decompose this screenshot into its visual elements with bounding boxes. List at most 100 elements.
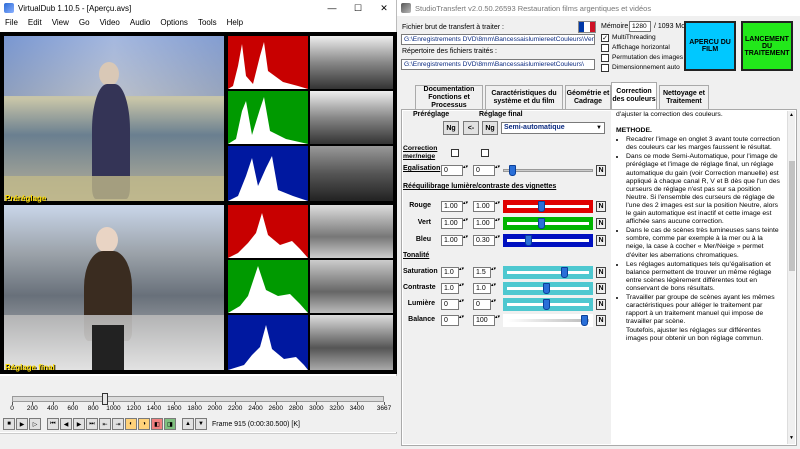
zoom-in-icon[interactable]: ▲ bbox=[182, 418, 194, 430]
egalisation-final-input[interactable]: 0 bbox=[473, 165, 502, 176]
vd-window-title: VirtualDub 1.10.5 - [Aperçu.avs] bbox=[18, 3, 132, 13]
launch-processing-button[interactable]: LANCEMENT DU TRAITEMENT bbox=[741, 21, 793, 71]
help-scrollbar-thumb[interactable] bbox=[789, 161, 795, 271]
lumiere-final-input[interactable]: 0 bbox=[473, 299, 498, 310]
tab-geometry[interactable]: Géométrie et Cadrage bbox=[565, 85, 611, 109]
mode-select[interactable]: Semi-automatique ▼ bbox=[501, 122, 605, 134]
vert-slider[interactable] bbox=[503, 217, 593, 230]
scroll-down-icon[interactable]: ▼ bbox=[789, 435, 794, 441]
balance-neutral-button[interactable]: N bbox=[596, 315, 606, 326]
help-scrollbar[interactable]: ▲ ▼ bbox=[787, 111, 795, 444]
horizontal-display-checkbox[interactable] bbox=[601, 44, 609, 52]
menu-tools[interactable]: Tools bbox=[193, 18, 222, 27]
go-forward-icon[interactable]: ▶ bbox=[73, 418, 85, 430]
maximize-icon[interactable]: ☐ bbox=[345, 0, 371, 16]
preset-label: Préréglage bbox=[5, 194, 47, 203]
rouge-pre-input[interactable]: 1.00 bbox=[441, 201, 470, 212]
go-end-icon[interactable]: ⏭ bbox=[86, 418, 98, 430]
vert-neutral-button[interactable]: N bbox=[596, 218, 606, 229]
scene-forward-icon[interactable]: ◑ bbox=[138, 418, 150, 430]
bleu-neutral-button[interactable]: N bbox=[596, 235, 606, 246]
timeline-thumb[interactable] bbox=[101, 393, 108, 405]
tab-characteristics[interactable]: Caractéristiques du système et du film bbox=[485, 85, 563, 109]
next-key-icon[interactable]: ⇥ bbox=[112, 418, 124, 430]
sea-snow-final-checkbox[interactable] bbox=[481, 149, 489, 157]
final-histogram-blue bbox=[228, 315, 308, 370]
bleu-label: Bleu bbox=[415, 236, 431, 243]
tab-documentation[interactable]: Documentation Fonctions et Processus bbox=[415, 85, 483, 109]
auto-size-checkbox[interactable] bbox=[601, 64, 609, 72]
final-histogram-red bbox=[228, 205, 308, 258]
balance-slider[interactable] bbox=[503, 314, 593, 327]
lumiere-pre-input[interactable]: 0 bbox=[441, 299, 466, 310]
contraste-slider[interactable] bbox=[503, 282, 593, 295]
vert-pre-input[interactable]: 1.00 bbox=[441, 218, 470, 229]
contraste-neutral-button[interactable]: N bbox=[596, 283, 606, 294]
play-output-icon[interactable]: ▷ bbox=[29, 418, 41, 430]
multithreading-checkbox[interactable]: ✓ bbox=[601, 34, 609, 42]
timeline-tick-mark bbox=[52, 402, 54, 405]
vert-final-input[interactable]: 1.00 bbox=[473, 218, 502, 229]
balance-pre-input[interactable]: 0 bbox=[441, 315, 466, 326]
mark-out-icon[interactable]: ◨ bbox=[164, 418, 176, 430]
saturation-final-input[interactable]: 1.5 bbox=[473, 267, 498, 278]
lumiere-slider[interactable] bbox=[503, 298, 593, 311]
scroll-up-icon[interactable]: ▲ bbox=[789, 112, 794, 118]
prev-key-icon[interactable]: ⇤ bbox=[99, 418, 111, 430]
st-title-bar[interactable]: StudioTransfert v2.0.50.26593 Restaurati… bbox=[397, 0, 800, 16]
french-flag-icon[interactable] bbox=[578, 21, 596, 33]
menu-edit[interactable]: Edit bbox=[23, 18, 47, 27]
menu-file[interactable]: File bbox=[0, 18, 23, 27]
contraste-final-input[interactable]: 1.0 bbox=[473, 283, 498, 294]
controls-panel: Préréglage Réglage final Ng <- Ng Semi-a… bbox=[403, 111, 611, 444]
ng-final-button[interactable]: Ng bbox=[482, 121, 498, 135]
go-back-icon[interactable]: ◀ bbox=[60, 418, 72, 430]
egalisation-neutral-button[interactable]: N bbox=[596, 165, 606, 176]
rouge-final-input[interactable]: 1.00 bbox=[473, 201, 502, 212]
tab-color-correction[interactable]: Correction des couleurs bbox=[611, 82, 657, 109]
bleu-slider[interactable] bbox=[503, 234, 593, 247]
saturation-pre-input[interactable]: 1.0 bbox=[441, 267, 466, 278]
balance-final-input[interactable]: 100 bbox=[473, 315, 502, 326]
menu-help[interactable]: Help bbox=[222, 18, 248, 27]
lumiere-neutral-button[interactable]: N bbox=[596, 299, 606, 310]
preview-film-button[interactable]: APERCU DU FILM bbox=[684, 21, 736, 71]
menu-video[interactable]: Video bbox=[95, 18, 125, 27]
play-input-icon[interactable]: ▶ bbox=[16, 418, 28, 430]
final-luma-thumb-1 bbox=[310, 205, 393, 258]
bleu-pre-input[interactable]: 1.00 bbox=[441, 235, 470, 246]
timeline-track[interactable] bbox=[12, 396, 384, 402]
menu-audio[interactable]: Audio bbox=[125, 18, 155, 27]
mark-in-icon[interactable]: ◧ bbox=[151, 418, 163, 430]
menu-options[interactable]: Options bbox=[155, 18, 193, 27]
egalisation-pre-input[interactable]: 0 bbox=[441, 165, 470, 176]
stop-icon[interactable]: ■ bbox=[3, 418, 15, 430]
bleu-final-input[interactable]: 0.30 bbox=[473, 235, 502, 246]
close-icon[interactable]: ✕ bbox=[371, 0, 397, 16]
menu-view[interactable]: View bbox=[47, 18, 74, 27]
preset-histogram-blue bbox=[228, 146, 308, 201]
help-heading: METHODE. bbox=[616, 127, 652, 135]
zoom-out-icon[interactable]: ▼ bbox=[195, 418, 207, 430]
minimize-icon[interactable]: — bbox=[319, 0, 345, 16]
saturation-neutral-button[interactable]: N bbox=[596, 267, 606, 278]
menu-go[interactable]: Go bbox=[74, 18, 95, 27]
tab-cleaning[interactable]: Nettoyage et Traitement bbox=[659, 85, 709, 109]
egalisation-slider[interactable] bbox=[503, 164, 593, 177]
scene-back-icon[interactable]: ◐ bbox=[125, 418, 137, 430]
contraste-pre-input[interactable]: 1.0 bbox=[441, 283, 466, 294]
memory-field[interactable]: 1280 bbox=[629, 21, 651, 32]
out-dir-field[interactable]: G:\Enregistrements DVD\8mm\Bancessaislum… bbox=[401, 59, 595, 70]
saturation-slider[interactable] bbox=[503, 266, 593, 279]
timeline[interactable]: 0 200 400 600 800 1000 1200 1400 1600 1800 2000 220… bbox=[0, 376, 397, 416]
rouge-neutral-button[interactable]: N bbox=[596, 201, 606, 212]
copy-arrow-button[interactable]: <- bbox=[463, 121, 479, 135]
go-start-icon[interactable]: ⏮ bbox=[47, 418, 59, 430]
timeline-tick-label: 800 bbox=[87, 405, 99, 412]
timeline-tick-mark bbox=[93, 402, 95, 405]
sea-snow-pre-checkbox[interactable] bbox=[451, 149, 459, 157]
rouge-slider[interactable] bbox=[503, 200, 593, 213]
swap-images-checkbox[interactable] bbox=[601, 54, 609, 62]
raw-file-field[interactable]: G:\Enregistrements DVD\8mm\Bancessaislum… bbox=[401, 34, 595, 45]
ng-pre-button[interactable]: Ng bbox=[443, 121, 459, 135]
